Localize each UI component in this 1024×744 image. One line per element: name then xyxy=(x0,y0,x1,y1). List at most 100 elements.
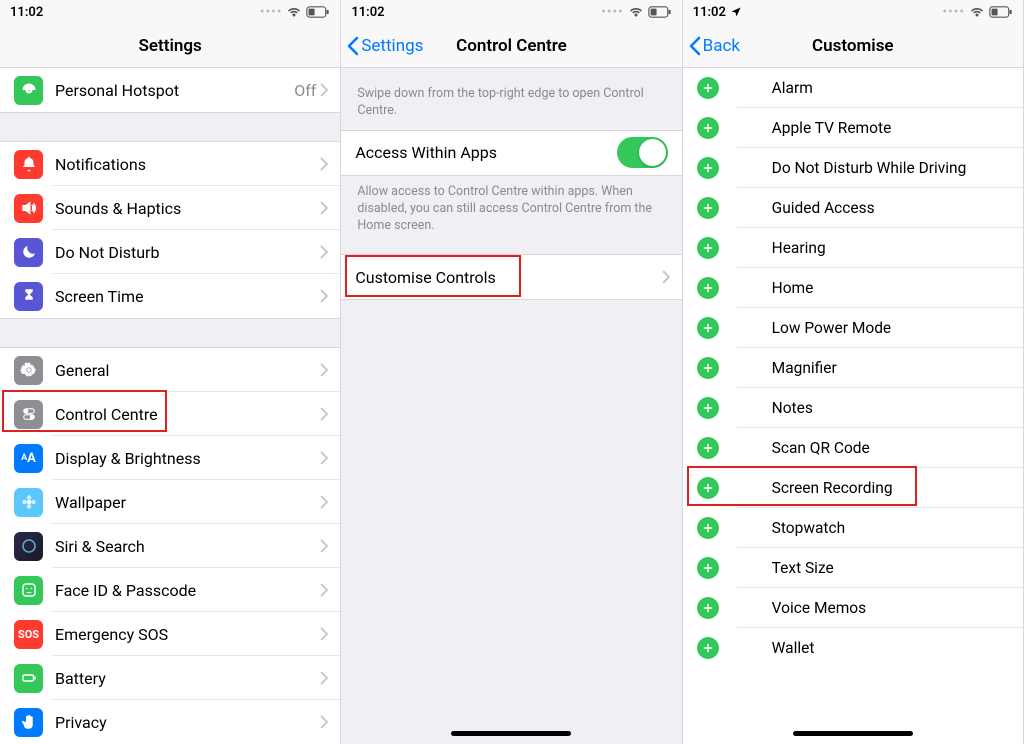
bell-icon xyxy=(14,150,43,179)
page-title: Settings xyxy=(139,36,202,56)
row-general[interactable]: General xyxy=(0,348,340,392)
control-hearing[interactable]: Hearing xyxy=(683,228,1023,268)
chevron-icon xyxy=(320,245,340,259)
row-label: Notes xyxy=(772,399,813,417)
row-privacy[interactable]: Privacy xyxy=(0,700,340,744)
chevron-icon xyxy=(320,627,340,641)
control-centre-screen: 11:02 •••• Settings Control Centre Swipe… xyxy=(341,0,682,744)
row-customise-controls[interactable]: Customise Controls xyxy=(341,255,681,299)
row-control-centre[interactable]: Control Centre xyxy=(0,392,340,436)
add-button[interactable] xyxy=(697,437,719,459)
control-notes[interactable]: Notes xyxy=(683,388,1023,428)
wifi-icon xyxy=(969,6,985,18)
row-label: Home xyxy=(772,279,814,297)
control-do-not-disturb-while-driving[interactable]: Do Not Disturb While Driving xyxy=(683,148,1023,188)
add-button[interactable] xyxy=(697,237,719,259)
row-label: Hearing xyxy=(772,239,826,257)
home-icon xyxy=(731,274,760,303)
back-button[interactable]: Settings xyxy=(347,36,423,56)
add-button[interactable] xyxy=(697,117,719,139)
hand-icon xyxy=(14,708,43,737)
row-personal-hotspot[interactable]: Personal Hotspot Off xyxy=(0,68,340,112)
row-access-within-apps[interactable]: Access Within Apps xyxy=(341,131,681,175)
control-home[interactable]: Home xyxy=(683,268,1023,308)
moon-icon xyxy=(14,238,43,267)
row-sounds-haptics[interactable]: Sounds & Haptics xyxy=(0,186,340,230)
control-alarm[interactable]: Alarm xyxy=(683,68,1023,108)
row-label: Customise Controls xyxy=(355,268,661,287)
control-scan-qr-code[interactable]: Scan QR Code xyxy=(683,428,1023,468)
status-bar: 11:02 •••• xyxy=(341,0,681,24)
add-button[interactable] xyxy=(697,557,719,579)
row-label: Privacy xyxy=(55,713,320,732)
row-battery[interactable]: Battery xyxy=(0,656,340,700)
navbar: Settings xyxy=(0,24,340,68)
status-bar: 11:02 •••• xyxy=(0,0,340,24)
control-stopwatch[interactable]: Stopwatch xyxy=(683,508,1023,548)
battery-icon xyxy=(14,664,43,693)
row-do-not-disturb[interactable]: Do Not Disturb xyxy=(0,230,340,274)
row-label: Wallet xyxy=(772,639,815,657)
control-screen-recording[interactable]: Screen Recording xyxy=(683,468,1023,508)
settings-screen: 11:02 •••• Settings Personal Hotspot Off… xyxy=(0,0,341,744)
wifi-icon xyxy=(628,6,644,18)
add-button[interactable] xyxy=(697,77,719,99)
back-button[interactable]: Back xyxy=(689,36,740,56)
chevron-icon xyxy=(320,83,340,97)
status-time: 11:02 xyxy=(351,5,384,20)
add-button[interactable] xyxy=(697,397,719,419)
back-label: Settings xyxy=(361,36,423,56)
control-magnifier[interactable]: Magnifier xyxy=(683,348,1023,388)
chevron-icon xyxy=(320,407,340,421)
control-low-power-mode[interactable]: Low Power Mode xyxy=(683,308,1023,348)
row-label: Control Centre xyxy=(55,405,320,424)
row-label: Sounds & Haptics xyxy=(55,199,320,218)
settings-content[interactable]: Personal Hotspot Off Notifications Sound… xyxy=(0,68,340,744)
row-label: Apple TV Remote xyxy=(772,119,892,137)
row-emergency-sos[interactable]: SOS Emergency SOS xyxy=(0,612,340,656)
add-button[interactable] xyxy=(697,477,719,499)
chevron-icon xyxy=(320,539,340,553)
row-label: Low Power Mode xyxy=(772,319,892,337)
row-label: Access Within Apps xyxy=(355,143,616,162)
add-button[interactable] xyxy=(697,317,719,339)
control-wallet[interactable]: Wallet xyxy=(683,628,1023,668)
siri-icon xyxy=(14,532,43,561)
row-wallpaper[interactable]: Wallpaper xyxy=(0,480,340,524)
row-label: Siri & Search xyxy=(55,537,320,556)
control-voice-memos[interactable]: Voice Memos xyxy=(683,588,1023,628)
footer-text: Allow access to Control Centre within ap… xyxy=(341,176,681,239)
add-button[interactable] xyxy=(697,277,719,299)
row-display-brightness[interactable]: AA Display & Brightness xyxy=(0,436,340,480)
row-siri-search[interactable]: Siri & Search xyxy=(0,524,340,568)
home-indicator xyxy=(451,731,571,736)
toggle-access-within-apps[interactable] xyxy=(617,137,668,168)
chevron-icon xyxy=(320,157,340,171)
add-button[interactable] xyxy=(697,357,719,379)
row-label: Battery xyxy=(55,669,320,688)
row-notifications[interactable]: Notifications xyxy=(0,142,340,186)
add-button[interactable] xyxy=(697,157,719,179)
control-guided-access[interactable]: Guided Access xyxy=(683,188,1023,228)
add-button[interactable] xyxy=(697,597,719,619)
status-time: 11:02 xyxy=(693,5,726,20)
add-button[interactable] xyxy=(697,197,719,219)
navbar: Back Customise xyxy=(683,24,1023,68)
speaker-icon xyxy=(14,194,43,223)
control-text-size[interactable]: AA Text Size xyxy=(683,548,1023,588)
control-apple-tv-remote[interactable]: tv Apple TV Remote xyxy=(683,108,1023,148)
chevron-icon xyxy=(320,363,340,377)
record-icon xyxy=(731,474,760,503)
row-face-id-passcode[interactable]: Face ID & Passcode xyxy=(0,568,340,612)
location-icon xyxy=(730,6,742,18)
wave-icon xyxy=(731,594,760,623)
row-screen-time[interactable]: Screen Time xyxy=(0,274,340,318)
chevron-icon xyxy=(320,671,340,685)
add-button[interactable] xyxy=(697,637,719,659)
back-label: Back xyxy=(703,36,740,56)
ear-icon xyxy=(731,234,760,263)
tv-icon: tv xyxy=(731,114,760,143)
add-button[interactable] xyxy=(697,517,719,539)
row-label: Text Size xyxy=(772,559,834,577)
row-label: Magnifier xyxy=(772,359,837,377)
